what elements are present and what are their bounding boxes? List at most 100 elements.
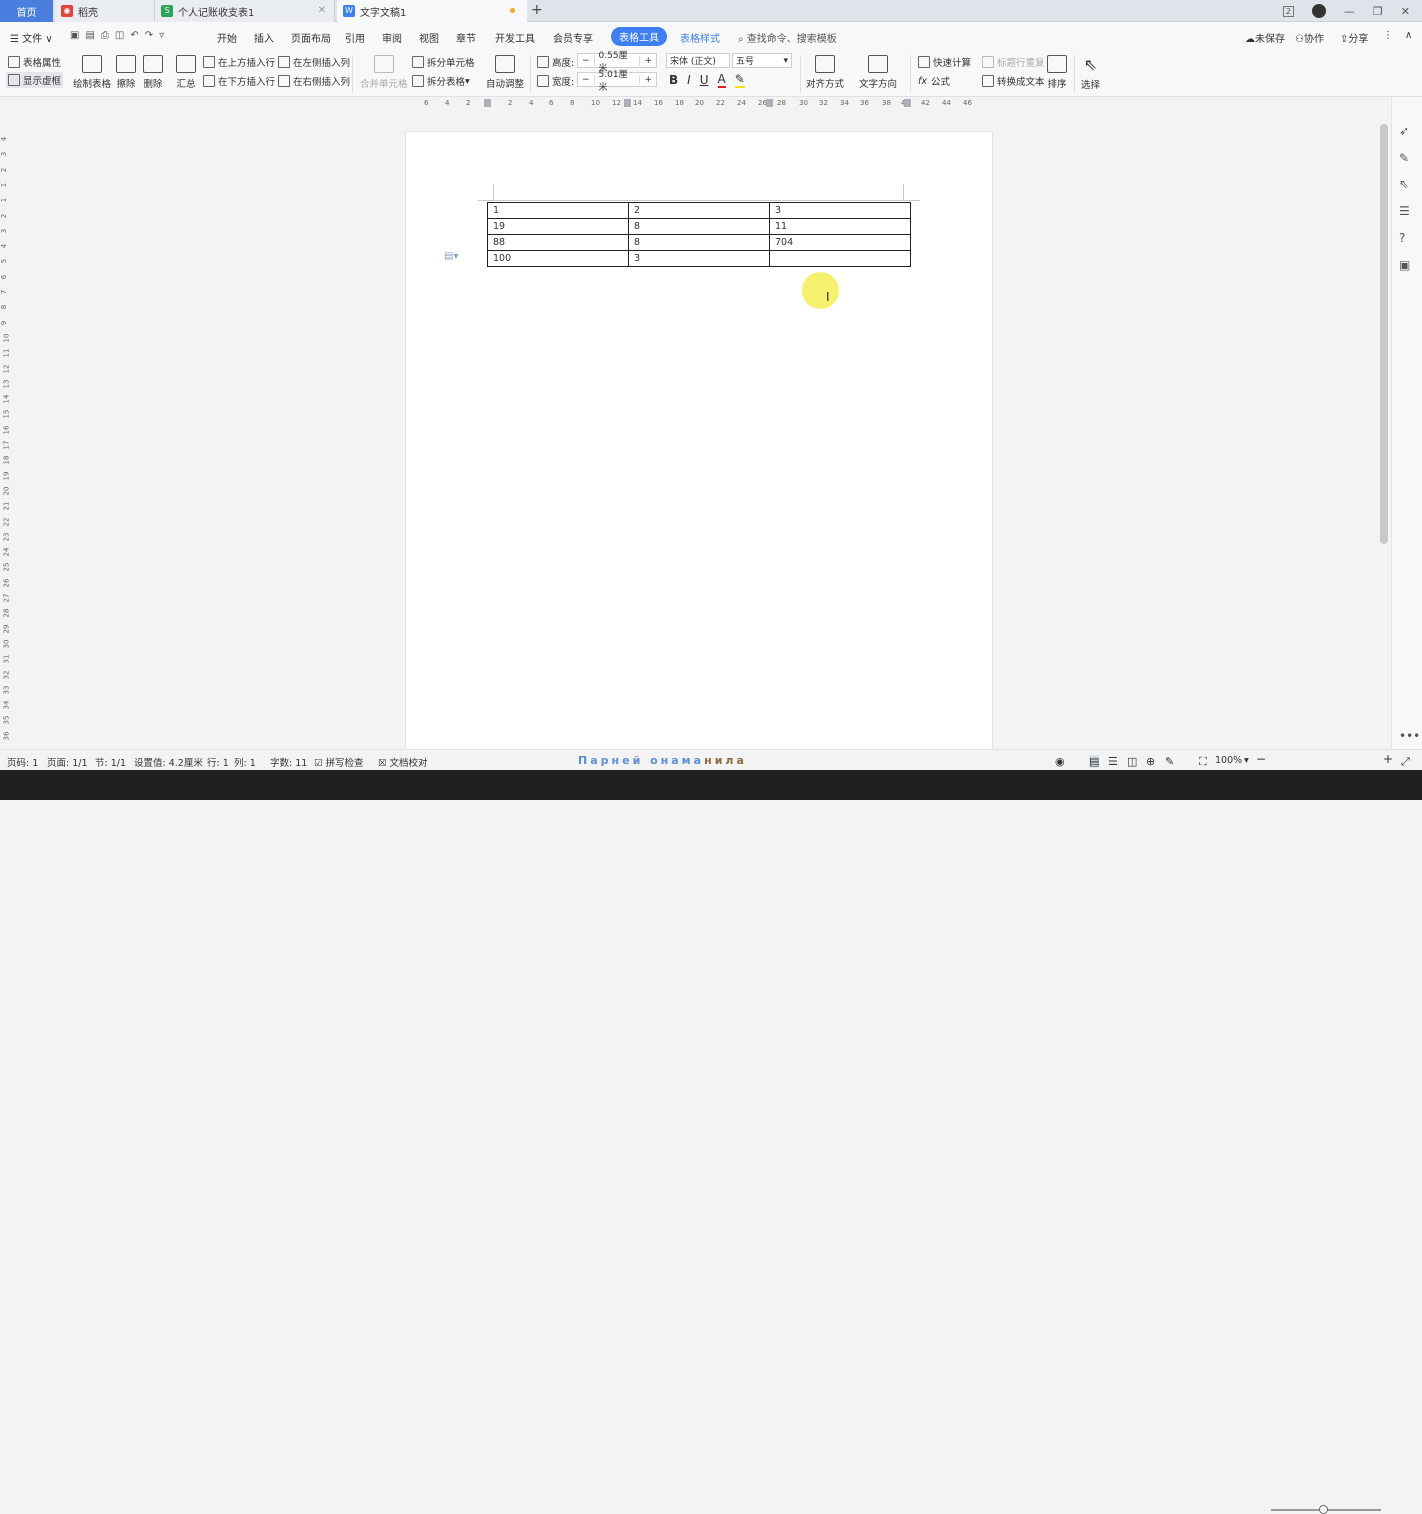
close-icon[interactable]: ✕ (318, 5, 326, 16)
new-tab-button[interactable]: + (531, 2, 543, 18)
customize-icon[interactable]: ▿ (159, 30, 170, 41)
table-cell[interactable]: 2 (628, 202, 770, 219)
export-pdf-icon[interactable]: ▤ (85, 30, 100, 41)
fullscreen-icon[interactable]: ⤢ (1401, 755, 1410, 769)
page-view-icon[interactable]: ▤ (1089, 755, 1100, 768)
avatar[interactable] (1311, 4, 1326, 18)
highlight-icon[interactable]: ✎ (734, 72, 745, 88)
outline-view-icon[interactable]: ☰ (1108, 755, 1118, 768)
table-cell[interactable]: 8 (628, 218, 770, 235)
tab-table-tools[interactable]: 表格工具 (611, 27, 667, 46)
underline-icon[interactable]: U (700, 73, 709, 87)
decrement-button[interactable]: − (578, 74, 595, 85)
tab-home[interactable]: 首页 (0, 0, 53, 22)
quick-calc-button[interactable]: 快速计算 (918, 55, 971, 69)
auto-fit-button[interactable]: 自动调整 (486, 55, 524, 90)
insert-col-right-button[interactable]: 在右侧插入列 (278, 74, 350, 88)
convert-to-text-button[interactable]: 转换成文本 (982, 74, 1045, 88)
font-color-icon[interactable]: A (717, 72, 726, 88)
font-size-select[interactable]: 五号 ▾ (732, 53, 792, 68)
draw-table-button[interactable]: 绘制表格 (73, 55, 111, 90)
table-cell[interactable]: 88 (487, 234, 629, 251)
document-table[interactable]: 1 2 3 19 8 11 88 8 704 100 3 (487, 202, 911, 267)
split-table-button[interactable]: 拆分表格 ▾ (412, 74, 470, 88)
show-grid-button[interactable]: 显示虚框 (6, 72, 64, 88)
text-direction-button[interactable]: 文字方向 (859, 55, 897, 90)
table-row[interactable]: 100 3 (487, 250, 911, 267)
table-cell[interactable] (769, 250, 911, 267)
share-button[interactable]: ⇪分享 (1340, 30, 1368, 45)
table-cell[interactable]: 3 (628, 250, 770, 267)
menu-developer[interactable]: 开发工具 (495, 30, 535, 45)
horizontal-ruler[interactable]: 6422468101214161820222426283032343638404… (0, 97, 1378, 109)
ruler-column-marker[interactable] (484, 99, 491, 107)
split-cells-button[interactable]: 拆分单元格 (412, 55, 475, 69)
web-view-icon[interactable]: ⊕ (1146, 755, 1155, 768)
increment-button[interactable]: + (639, 55, 656, 66)
table-row[interactable]: 123 (487, 202, 911, 219)
rocket-icon[interactable]: ➶ (1399, 124, 1409, 138)
table-cell[interactable]: 19 (487, 218, 629, 235)
menu-member[interactable]: 会员专享 (553, 30, 593, 45)
table-row[interactable]: 88 8 704 (487, 234, 911, 251)
ruler-column-marker[interactable] (766, 99, 773, 107)
tab-document[interactable]: W 文字文稿1 (337, 0, 527, 22)
read-view-icon[interactable]: ◫ (1127, 755, 1137, 768)
table-cell[interactable]: 11 (769, 218, 911, 235)
decrement-button[interactable]: − (578, 55, 595, 66)
col-width-stepper[interactable]: −5.01厘米 + (577, 70, 657, 93)
zoom-slider-knob[interactable] (1319, 1505, 1328, 1514)
insert-row-above-button[interactable]: 在上方插入行 (203, 55, 275, 69)
tab-table-style[interactable]: 表格样式 (680, 30, 720, 45)
italic-icon[interactable]: I (687, 73, 691, 87)
ruler-column-marker[interactable] (624, 99, 631, 107)
merge-cells-button[interactable]: 合并单元格 (360, 55, 408, 90)
fit-page-icon[interactable]: ⛶ (1199, 755, 1207, 769)
tab-docer[interactable]: ◉ 稻壳 (55, 0, 155, 22)
command-search[interactable]: ⌕ 查找命令、搜索模板 (738, 30, 837, 45)
table-cell[interactable]: 3 (769, 202, 911, 219)
adjust-icon[interactable]: ☰ (1399, 204, 1410, 218)
delete-button[interactable]: 删除 (143, 55, 163, 90)
summary-button[interactable]: 汇总 (176, 55, 196, 90)
cursor-icon[interactable]: ⇖ (1399, 177, 1409, 191)
eye-protection-icon[interactable]: ◉ (1055, 755, 1065, 768)
help-icon[interactable]: ? (1399, 231, 1405, 245)
menu-insert[interactable]: 插入 (254, 30, 274, 45)
minimize-button[interactable]: — (1344, 5, 1355, 18)
table-cell[interactable]: 1 (487, 202, 629, 219)
table-cell[interactable]: 100 (487, 250, 629, 267)
bold-icon[interactable]: B (669, 73, 678, 87)
spellcheck-button[interactable]: ☑ 拼写检查 (314, 755, 364, 769)
sort-button[interactable]: 排序 (1047, 55, 1067, 90)
table-cell[interactable]: 8 (628, 234, 770, 251)
save-icon[interactable]: ▣ (70, 30, 85, 41)
table-row[interactable]: 19 8 11 (487, 218, 911, 235)
unsaved-button[interactable]: ☁未保存 (1245, 30, 1285, 45)
tab-spreadsheet[interactable]: S 个人记账收支表1 ✕ (155, 0, 335, 22)
paragraph-handle-icon[interactable]: ▤▾ (444, 251, 458, 262)
ruler-column-marker[interactable] (904, 99, 911, 107)
restore-button[interactable]: ❐ (1373, 5, 1383, 18)
zoom-level[interactable]: 100% (1215, 755, 1242, 766)
doc-check-button[interactable]: ☒ 文档校对 (378, 755, 428, 769)
menu-start[interactable]: 开始 (217, 30, 237, 45)
print-icon[interactable]: ⎙ (101, 30, 115, 41)
more-icon[interactable]: ⋮ (1383, 30, 1393, 41)
pen-icon[interactable]: ✎ (1399, 151, 1409, 165)
insert-row-below-button[interactable]: 在下方插入行 (203, 74, 275, 88)
zoom-out-button[interactable]: − (1256, 752, 1266, 766)
zoom-dropdown-icon[interactable]: ▾ (1244, 755, 1249, 766)
collapse-ribbon-icon[interactable]: ∧ (1405, 30, 1412, 41)
write-view-icon[interactable]: ✎ (1165, 755, 1174, 768)
close-window-button[interactable]: ✕ (1401, 5, 1410, 18)
align-button[interactable]: 对齐方式 (806, 55, 844, 90)
table-properties-button[interactable]: 表格属性 (8, 55, 61, 69)
redo-icon[interactable]: ↷ (145, 30, 159, 41)
menu-references[interactable]: 引用 (345, 30, 365, 45)
table-cell[interactable]: 704 (769, 234, 911, 251)
file-menu[interactable]: ☰ 文件 ∨ (10, 30, 53, 45)
menu-view[interactable]: 视图 (419, 30, 439, 45)
image-icon[interactable]: ▣ (1399, 258, 1410, 272)
select-button[interactable]: ⇖ 选择 (1081, 55, 1100, 91)
